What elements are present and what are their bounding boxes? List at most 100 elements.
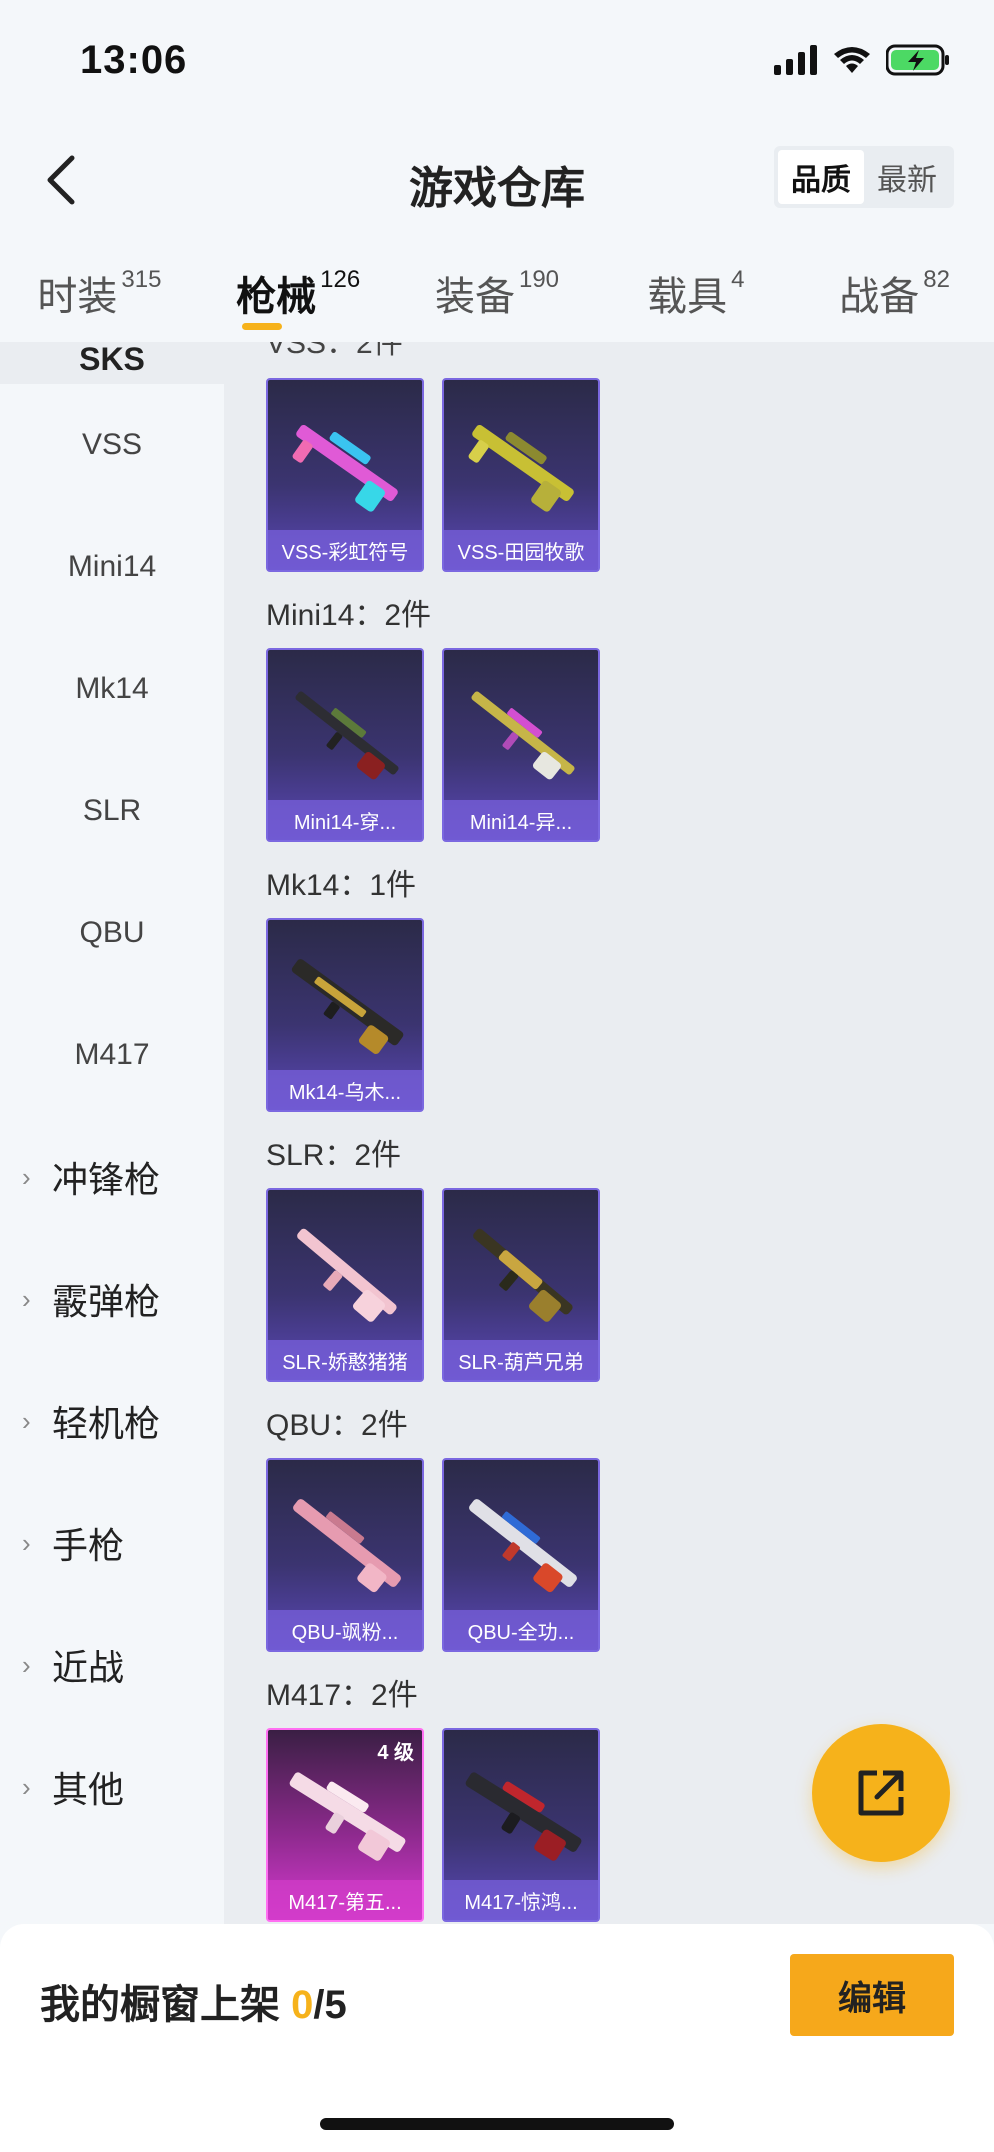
category-label: 近战 — [52, 1647, 125, 1688]
sidebar-item-sks[interactable]: SKS — [0, 342, 224, 384]
category-label: 霰弹枪 — [52, 1281, 161, 1322]
weapon-image — [297, 1228, 397, 1322]
weapon-image — [293, 1499, 401, 1593]
skin-name: Mini14-穿... — [268, 800, 422, 840]
weapon-image — [292, 424, 398, 512]
sort-toggle: 品质 最新 — [774, 146, 954, 208]
skin-card[interactable]: 4 级 M417-第五... — [266, 1728, 424, 1922]
skin-name: Mk14-乌木... — [268, 1070, 422, 1110]
chevron-right-icon: › — [22, 1405, 31, 1436]
status-bar: 13:06 — [0, 0, 994, 126]
skin-card[interactable]: VSS-田园牧歌 — [442, 378, 600, 572]
tab-count: 190 — [518, 266, 560, 293]
sidebar-category-smg[interactable]: › 冲锋枪 — [0, 1116, 224, 1238]
tab-supplies[interactable]: 战备 82 — [795, 240, 994, 340]
category-tabs: 时装 315 枪械 126 装备 190 载具 4 战备 82 — [0, 240, 994, 340]
share-button[interactable] — [812, 1724, 950, 1862]
share-icon — [858, 1770, 904, 1816]
chevron-right-icon: › — [22, 1649, 31, 1680]
showcase-label: 我的橱窗上架 — [40, 1983, 280, 2027]
tab-equipment[interactable]: 装备 190 — [398, 240, 597, 340]
skin-card[interactable]: Mini14-穿... — [266, 648, 424, 842]
active-tab-indicator — [242, 323, 283, 330]
weapon-image — [465, 1772, 582, 1861]
showcase-count-total: /5 — [313, 1983, 347, 2027]
sidebar-item-slr[interactable]: SLR — [0, 750, 224, 872]
home-indicator — [320, 2118, 674, 2130]
chevron-right-icon: › — [22, 1161, 31, 1192]
weapon-image — [473, 1228, 573, 1322]
skin-name: QBU-全功... — [444, 1610, 598, 1650]
skin-card[interactable]: Mini14-异... — [442, 648, 600, 842]
skin-name: VSS-田园牧歌 — [444, 530, 598, 570]
tab-label: 枪械 — [236, 275, 317, 319]
category-label: 冲锋枪 — [52, 1159, 161, 1200]
sidebar-item-qbu[interactable]: QBU — [0, 872, 224, 994]
skin-name: SLR-葫芦兄弟 — [444, 1340, 598, 1380]
skin-card[interactable]: QBU-飒粉... — [266, 1458, 424, 1652]
chevron-right-icon: › — [22, 1771, 31, 1802]
signal-icon — [774, 45, 817, 75]
tab-count: 315 — [121, 266, 162, 293]
tab-label: 装备 — [434, 275, 515, 319]
weapon-sidebar: SKS VSS Mini14 Mk14 SLR QBU M417 › 冲锋枪 › 霰… — [0, 342, 224, 1924]
sidebar-item-mini14[interactable]: Mini14 — [0, 506, 224, 628]
weapon-image — [289, 1772, 406, 1861]
skin-card[interactable]: M417-惊鸿... — [442, 1728, 600, 1922]
sidebar-category-lmg[interactable]: › 轻机枪 — [0, 1360, 224, 1482]
weapon-image — [471, 691, 575, 780]
group-title-slr: SLR：2件 — [266, 1139, 402, 1172]
battery-charging-icon — [886, 44, 949, 76]
tab-vehicles[interactable]: 载具 4 — [596, 240, 795, 340]
showcase-status: 我的橱窗上架 0/5 — [40, 1972, 347, 2030]
group-title-vss: VSS：2件 — [266, 342, 403, 360]
sidebar-item-vss[interactable]: VSS — [0, 384, 224, 506]
sidebar-category-other[interactable]: › 其他 — [0, 1726, 224, 1848]
category-label: 其他 — [52, 1769, 125, 1810]
tab-guns[interactable]: 枪械 126 — [199, 240, 398, 340]
weapon-grid: VSS：2件 VSS-彩虹符号 VSS-田园牧歌 Mini14：2件 Mini1… — [224, 342, 994, 1924]
category-label: 手枪 — [52, 1525, 125, 1566]
sort-newest-button[interactable]: 最新 — [864, 150, 950, 204]
group-title-mk14: Mk14：1件 — [266, 869, 417, 902]
wifi-icon — [834, 47, 870, 73]
tab-fashion[interactable]: 时装 315 — [0, 240, 199, 340]
weapon-image — [468, 424, 574, 512]
chevron-right-icon: › — [22, 1527, 31, 1558]
group-title-m417: M417：2件 — [266, 1679, 418, 1712]
group-title-mini14: Mini14：2件 — [266, 599, 432, 632]
sidebar-item-mk14[interactable]: Mk14 — [0, 628, 224, 750]
status-time: 13:06 — [80, 38, 188, 82]
skin-name: SLR-娇憨猪猪 — [268, 1340, 422, 1380]
chevron-right-icon: › — [22, 1283, 31, 1314]
group-title-qbu: QBU：2件 — [266, 1409, 408, 1442]
skin-name: M417-惊鸿... — [444, 1880, 598, 1920]
sidebar-category-melee[interactable]: › 近战 — [0, 1604, 224, 1726]
category-label: 轻机枪 — [52, 1403, 161, 1444]
skin-name: QBU-飒粉... — [268, 1610, 422, 1650]
tab-count: 82 — [923, 266, 950, 293]
tab-count: 4 — [731, 266, 745, 293]
weapon-image — [295, 691, 399, 780]
sort-quality-button[interactable]: 品质 — [778, 150, 864, 204]
skin-card[interactable]: Mk14-乌木... — [266, 918, 424, 1112]
skin-name: VSS-彩虹符号 — [268, 530, 422, 570]
tab-label: 载具 — [647, 275, 728, 319]
skin-card[interactable]: QBU-全功... — [442, 1458, 600, 1652]
skin-card[interactable]: SLR-娇憨猪猪 — [266, 1188, 424, 1382]
header: 游戏仓库 品质 最新 — [0, 126, 994, 236]
skin-card[interactable]: SLR-葫芦兄弟 — [442, 1188, 600, 1382]
skin-card[interactable]: VSS-彩虹符号 — [266, 378, 424, 572]
tab-label: 时装 — [37, 275, 118, 319]
edit-button[interactable]: 编辑 — [790, 1954, 954, 2036]
sidebar-category-pistol[interactable]: › 手枪 — [0, 1482, 224, 1604]
weapon-image — [291, 959, 404, 1054]
skin-name: Mini14-异... — [444, 800, 598, 840]
sidebar-category-shotgun[interactable]: › 霰弹枪 — [0, 1238, 224, 1360]
tab-count: 126 — [320, 266, 361, 293]
status-icons — [774, 44, 950, 76]
showcase-count-current: 0 — [291, 1983, 314, 2027]
skin-name: M417-第五... — [268, 1880, 422, 1920]
weapon-image — [469, 1499, 577, 1593]
sidebar-item-m417[interactable]: M417 — [0, 994, 224, 1116]
